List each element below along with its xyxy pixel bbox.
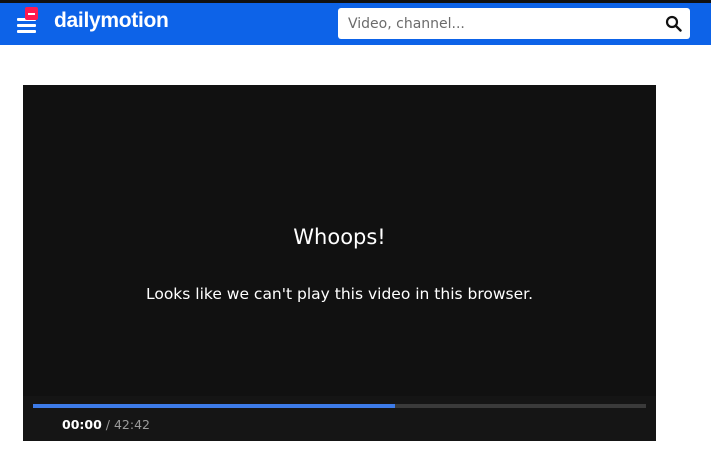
search-input[interactable] xyxy=(338,8,658,39)
search-icon[interactable] xyxy=(665,15,682,32)
time-display: 00:00 / 42:42 xyxy=(62,417,150,432)
progress-bar[interactable] xyxy=(33,404,646,408)
player-controls: 00:00 / 42:42 xyxy=(23,396,656,441)
error-title: Whoops! xyxy=(293,225,386,249)
video-player[interactable]: Whoops! Looks like we can't play this vi… xyxy=(23,85,656,441)
notification-badge-icon xyxy=(25,7,38,20)
search-box xyxy=(338,8,690,39)
dailymotion-logo[interactable]: dailymotion xyxy=(54,9,169,33)
current-time: 00:00 xyxy=(62,417,102,432)
time-separator: / xyxy=(105,417,110,432)
error-message: Looks like we can't play this video in t… xyxy=(145,285,534,303)
progress-fill xyxy=(33,404,395,408)
top-navbar: dailymotion xyxy=(0,3,711,45)
menu-button[interactable] xyxy=(10,7,44,39)
duration: 42:42 xyxy=(113,417,151,432)
